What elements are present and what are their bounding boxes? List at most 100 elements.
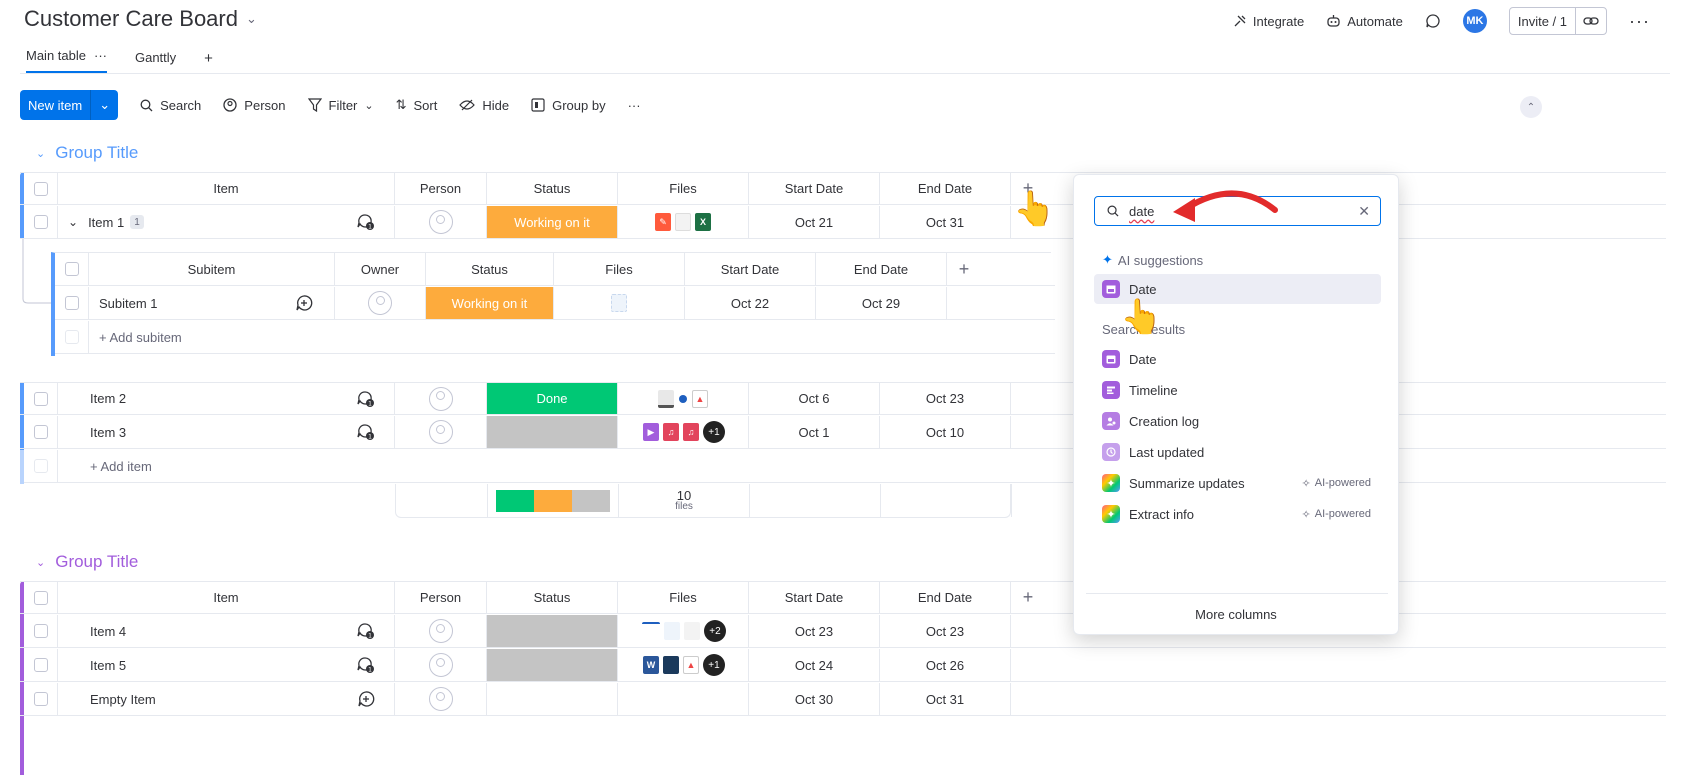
more-options-icon[interactable]: ··· xyxy=(1629,11,1650,32)
more-files-badge[interactable]: +1 xyxy=(703,421,725,443)
files-cell[interactable]: ▲ xyxy=(618,383,749,414)
column-header-end-date[interactable]: End Date xyxy=(880,173,1011,204)
select-all-checkbox[interactable] xyxy=(24,582,58,613)
owner-cell[interactable] xyxy=(335,287,426,319)
column-header-person[interactable]: Person xyxy=(395,582,487,613)
status-cell[interactable] xyxy=(487,683,618,715)
end-date-cell[interactable]: Oct 31 xyxy=(880,683,1011,715)
file-thumbnail[interactable] xyxy=(611,294,627,312)
hide-button[interactable]: Hide xyxy=(459,98,509,113)
end-date-cell[interactable]: Oct 23 xyxy=(880,383,1011,414)
start-date-cell[interactable]: Oct 24 xyxy=(749,649,880,681)
table-row[interactable]: Item 3 1 ▶ ♫ ♫ +1 Oct 1 Oct 10 xyxy=(20,416,1666,449)
column-header-person[interactable]: Person xyxy=(395,173,487,204)
files-cell[interactable]: W ▲ +1 xyxy=(618,649,749,681)
add-subcolumn-button[interactable]: + xyxy=(947,253,981,285)
result-extract-info[interactable]: ✦ Extract info ✧ AI-powered xyxy=(1094,499,1381,529)
result-date[interactable]: Date xyxy=(1094,344,1381,374)
start-date-cell[interactable]: Oct 30 xyxy=(749,683,880,715)
item-name[interactable]: Item 2 xyxy=(58,383,338,414)
item-name[interactable]: Empty Item xyxy=(58,683,338,715)
start-date-cell[interactable]: Oct 1 xyxy=(749,416,880,448)
item-name[interactable]: Item 4 xyxy=(58,615,338,647)
filter-button[interactable]: Filter ⌄ xyxy=(307,98,374,113)
column-header-status[interactable]: Status xyxy=(426,253,554,285)
start-date-cell[interactable]: Oct 23 xyxy=(749,615,880,647)
result-last-updated[interactable]: Last updated xyxy=(1094,437,1381,467)
link-icon[interactable] xyxy=(1575,8,1606,34)
row-checkbox[interactable] xyxy=(24,683,58,715)
result-timeline[interactable]: Timeline xyxy=(1094,375,1381,405)
person-cell[interactable] xyxy=(395,615,487,647)
updates-icon[interactable]: 1 xyxy=(338,416,395,448)
add-item-row[interactable]: + Add item xyxy=(20,450,1666,483)
file-thumbnail[interactable] xyxy=(658,389,674,408)
column-header-status[interactable]: Status xyxy=(487,582,618,613)
collapse-header-button[interactable]: ⌃ xyxy=(1520,96,1542,118)
files-cell[interactable]: +2 xyxy=(618,615,749,647)
file-thumbnail[interactable] xyxy=(678,390,688,408)
status-cell[interactable]: Done xyxy=(487,383,618,414)
sort-button[interactable]: ⇅ Sort xyxy=(396,97,438,113)
column-header-files[interactable]: Files xyxy=(618,582,749,613)
more-options-icon[interactable]: ··· xyxy=(628,98,641,113)
person-cell[interactable] xyxy=(395,383,487,414)
status-summary[interactable] xyxy=(488,484,619,517)
person-filter-button[interactable]: Person xyxy=(223,98,286,113)
updates-icon[interactable]: 1 xyxy=(338,383,395,414)
files-cell[interactable]: ▶ ♫ ♫ +1 xyxy=(618,416,749,448)
more-files-badge[interactable]: +1 xyxy=(703,654,725,676)
file-thumbnail[interactable]: ▲ xyxy=(683,656,699,674)
table-row[interactable]: Item 5 1 W ▲ +1 Oct 24 Oct 26 xyxy=(20,649,1666,682)
add-update-icon[interactable] xyxy=(274,287,335,319)
file-thumbnail[interactable] xyxy=(684,622,700,640)
column-header-owner[interactable]: Owner xyxy=(335,253,426,285)
automate-button[interactable]: Automate xyxy=(1326,14,1403,29)
file-thumbnail[interactable] xyxy=(663,656,679,674)
column-header-start-date[interactable]: Start Date xyxy=(749,173,880,204)
table-row[interactable]: Empty Item Oct 30 Oct 31 xyxy=(20,683,1666,716)
select-all-checkbox[interactable] xyxy=(24,173,58,204)
item-name[interactable]: Item 5 xyxy=(58,649,338,681)
status-cell[interactable] xyxy=(487,649,618,681)
excel-file-icon[interactable]: X xyxy=(695,213,711,231)
updates-icon[interactable]: 1 xyxy=(338,206,395,238)
chat-icon[interactable] xyxy=(1425,13,1441,29)
group-title-1[interactable]: ⌄ Group Title xyxy=(36,143,138,163)
row-checkbox[interactable] xyxy=(24,649,58,681)
files-cell[interactable]: ✎ X xyxy=(618,206,749,238)
more-files-badge[interactable]: +2 xyxy=(704,620,726,642)
add-update-icon[interactable] xyxy=(338,683,395,715)
row-checkbox[interactable] xyxy=(24,416,58,448)
tab-more-icon[interactable]: ··· xyxy=(94,48,107,63)
file-thumbnail[interactable]: ▲ xyxy=(692,389,708,408)
status-cell[interactable]: Working on it xyxy=(426,287,554,319)
group-title-2[interactable]: ⌄ Group Title xyxy=(36,552,138,572)
tab-main-table[interactable]: Main table ··· xyxy=(26,48,107,73)
chevron-down-icon[interactable]: ⌄ xyxy=(36,147,45,160)
board-title[interactable]: Customer Care Board ⌄ xyxy=(24,6,257,32)
column-header-end-date[interactable]: End Date xyxy=(880,582,1011,613)
end-date-cell[interactable]: Oct 26 xyxy=(880,649,1011,681)
chevron-down-icon[interactable]: ⌄ xyxy=(246,11,257,27)
add-subitem-row[interactable]: + Add subitem xyxy=(55,321,1055,354)
files-cell[interactable] xyxy=(618,683,749,715)
add-item-input[interactable]: + Add item xyxy=(58,450,558,482)
row-checkbox[interactable] xyxy=(24,615,58,647)
column-header-item[interactable]: Item xyxy=(58,173,395,204)
column-header-item[interactable]: Item xyxy=(58,582,395,613)
subitem-row[interactable]: Subitem 1 Working on it Oct 22 Oct 29 xyxy=(55,287,1055,320)
table-row[interactable]: Item 2 1 Done ▲ Oct 6 Oct 23 xyxy=(20,382,1666,415)
updates-icon[interactable]: 1 xyxy=(338,615,395,647)
column-header-start-date[interactable]: Start Date xyxy=(749,582,880,613)
integrate-button[interactable]: Integrate xyxy=(1233,14,1304,29)
start-date-cell[interactable]: Oct 22 xyxy=(685,287,816,319)
select-all-subitems-checkbox[interactable] xyxy=(55,253,89,285)
word-file-icon[interactable]: W xyxy=(643,656,659,674)
column-header-files[interactable]: Files xyxy=(554,253,685,285)
table-row[interactable]: ⌄ Item 1 1 1 Working on it ✎ X Oct 21 Oc… xyxy=(20,206,1666,239)
row-checkbox[interactable] xyxy=(55,287,89,319)
audio-file-icon[interactable]: ♫ xyxy=(663,423,679,441)
invite-button[interactable]: Invite / 1 xyxy=(1508,7,1608,35)
new-item-button[interactable]: New item ⌄ xyxy=(20,90,119,120)
